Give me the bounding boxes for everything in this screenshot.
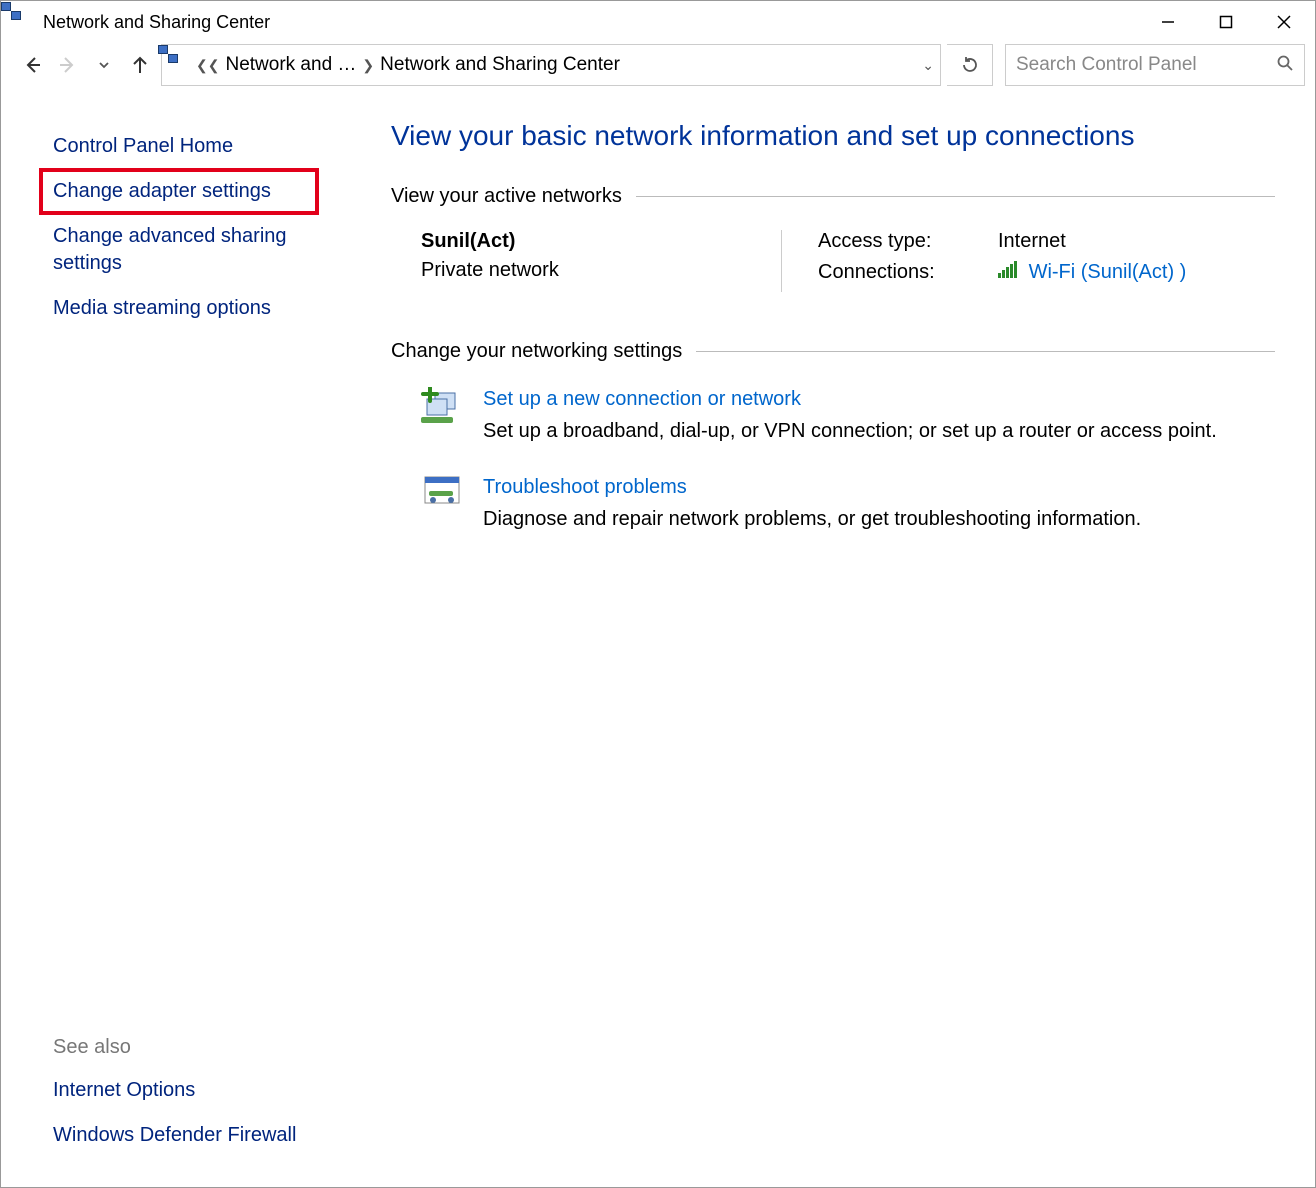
access-type-label: Access type:: [818, 230, 958, 253]
section-header-active-networks: View your active networks: [391, 185, 622, 208]
new-connection-icon: [421, 385, 465, 429]
forward-button[interactable]: [53, 50, 83, 80]
sidebar-link-windows-defender-firewall[interactable]: Windows Defender Firewall: [53, 1122, 343, 1149]
breadcrumb-separator-icon: ❮❮: [196, 57, 219, 74]
recent-locations-button[interactable]: [89, 50, 119, 80]
wifi-signal-icon: [998, 261, 1017, 278]
search-icon[interactable]: [1276, 54, 1294, 76]
refresh-button[interactable]: [947, 44, 993, 86]
troubleshoot-link[interactable]: Troubleshoot problems: [483, 476, 687, 498]
connection-link[interactable]: Wi-Fi (Sunil(Act) ): [1029, 261, 1187, 283]
up-button[interactable]: [125, 50, 155, 80]
setting-item-troubleshoot: Troubleshoot problems Diagnose and repai…: [421, 473, 1275, 533]
minimize-button[interactable]: [1139, 2, 1197, 42]
page-heading: View your basic network information and …: [391, 117, 1275, 155]
sidebar-link-internet-options[interactable]: Internet Options: [53, 1077, 343, 1104]
network-name: Sunil(Act): [421, 230, 751, 253]
address-bar[interactable]: ❮❮ Network and … ❯ Network and Sharing C…: [161, 44, 941, 86]
sidebar-link-control-panel-home[interactable]: Control Panel Home: [53, 133, 343, 160]
sidebar-link-media-streaming[interactable]: Media streaming options: [53, 295, 343, 322]
vertical-divider: [781, 230, 782, 292]
divider: [636, 196, 1275, 197]
titlebar: Network and Sharing Center: [1, 1, 1315, 43]
sidebar-link-change-advanced-sharing[interactable]: Change advanced sharing settings: [53, 223, 343, 277]
see-also-label: See also: [53, 1036, 343, 1059]
setup-connection-desc: Set up a broadband, dial-up, or VPN conn…: [483, 417, 1217, 445]
section-header-change-settings: Change your networking settings: [391, 340, 682, 363]
network-center-app-icon: [11, 11, 33, 33]
close-button[interactable]: [1255, 2, 1313, 42]
network-center-path-icon: [168, 54, 190, 76]
search-input[interactable]: [1016, 54, 1276, 76]
window-title: Network and Sharing Center: [43, 12, 1139, 33]
highlight-annotation: Change adapter settings: [39, 168, 319, 215]
access-type-value: Internet: [998, 230, 1066, 253]
setting-item-new-connection: Set up a new connection or network Set u…: [421, 385, 1275, 445]
setup-connection-link[interactable]: Set up a new connection or network: [483, 388, 801, 410]
active-network-panel: Sunil(Act) Private network Access type: …: [421, 230, 1275, 292]
connections-label: Connections:: [818, 261, 958, 284]
chevron-right-icon[interactable]: ❯: [362, 57, 374, 74]
navigation-bar: ❮❮ Network and … ❯ Network and Sharing C…: [1, 43, 1315, 93]
breadcrumb-item[interactable]: Network and Sharing Center: [380, 54, 620, 76]
chevron-down-icon[interactable]: ⌄: [922, 57, 934, 74]
maximize-button[interactable]: [1197, 2, 1255, 42]
troubleshoot-desc: Diagnose and repair network problems, or…: [483, 505, 1141, 533]
divider: [696, 351, 1275, 352]
search-box[interactable]: [1005, 44, 1305, 86]
sidebar: Control Panel Home Change adapter settin…: [1, 93, 363, 1187]
main-content: View your basic network information and …: [363, 93, 1315, 1187]
sidebar-link-change-adapter-settings[interactable]: Change adapter settings: [53, 180, 271, 202]
network-type: Private network: [421, 259, 751, 282]
back-button[interactable]: [17, 50, 47, 80]
troubleshoot-icon: [421, 473, 465, 517]
breadcrumb-item[interactable]: Network and …: [225, 54, 356, 76]
